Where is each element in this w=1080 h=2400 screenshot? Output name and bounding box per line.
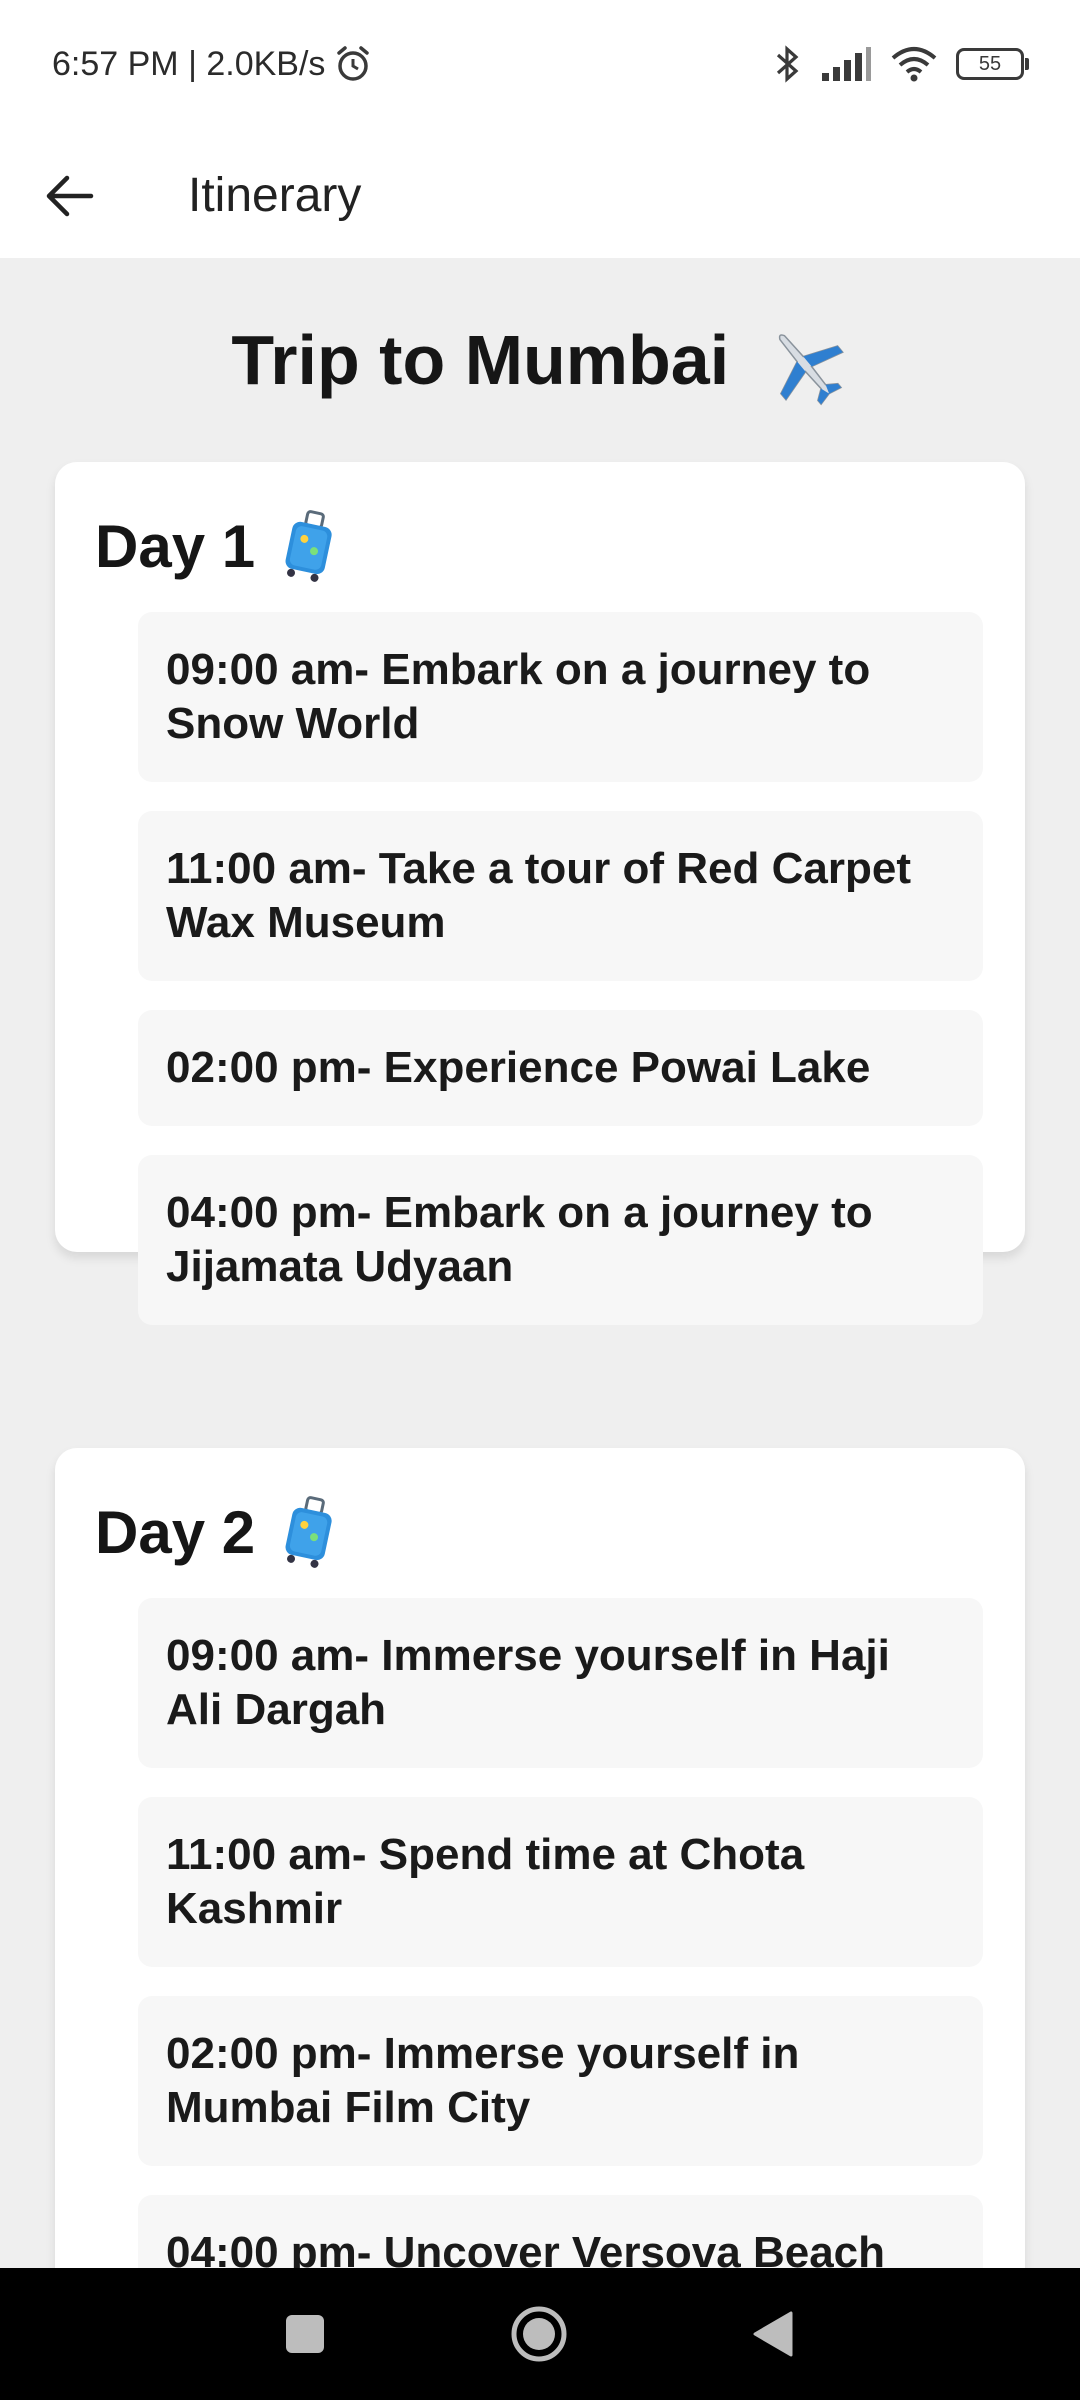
back-triangle-icon [753,2311,793,2357]
airplane-icon [778,333,844,405]
activity-item[interactable]: 02:00 pm- Experience Powai Lake [138,1010,983,1126]
day-title: Day 2 [95,1496,339,1568]
activity-item[interactable]: 11:00 am- Spend time at Chota Kashmir [138,1797,983,1967]
trip-title-text: Trip to Mumbai [231,321,730,399]
battery-level: 55 [978,53,1002,75]
wifi-icon [891,47,937,82]
signal-icon [822,47,871,81]
activity-item[interactable]: 09:00 am- Embark on a journey to Snow Wo… [138,612,983,782]
status-right: 55 [772,44,1029,84]
activity-item[interactable]: 04:00 pm- Embark on a journey to Jijamat… [138,1155,983,1325]
day-label: Day 2 [95,1498,256,1566]
day-title: Day 1 [95,510,339,582]
trip-title: Trip to Mumbai [0,320,1080,409]
alarm-icon [337,46,370,81]
activity-item[interactable]: 09:00 am- Immerse yourself in Haji Ali D… [138,1598,983,1768]
arrow-left-icon [46,175,94,217]
nav-back-button[interactable] [733,2294,813,2374]
recents-square-icon [286,2315,324,2353]
bluetooth-icon [776,45,799,83]
status-bar: 6:57 PM | 2.0KB/s 55 [0,0,1080,128]
luggage-icon [285,510,332,582]
itinerary-content[interactable]: Trip to Mumbai Day 1 09:00 am- Embark on… [0,258,1080,2268]
activity-item[interactable]: 11:00 am- Take a tour of Red Carpet Wax … [138,811,983,981]
app-bar: Itinerary [0,128,1080,258]
day-card-2: Day 2 09:00 am- Immerse yourself in Haji… [55,1448,1025,2268]
luggage-icon [285,1496,332,1568]
status-left: 6:57 PM | 2.0KB/s [52,44,373,84]
home-circle-icon [511,2306,567,2362]
back-button[interactable] [30,156,110,236]
day-card-1: Day 1 09:00 am- Embark on a journey to S… [55,462,1025,1325]
home-button[interactable] [499,2294,579,2374]
status-time-speed: 6:57 PM | 2.0KB/s [52,44,326,83]
system-nav-bar [0,2268,1080,2400]
day-label: Day 1 [95,512,256,580]
recents-button[interactable] [265,2294,345,2374]
activity-item[interactable]: 04:00 pm- Uncover Versova Beach [138,2195,983,2268]
battery-icon: 55 [956,48,1029,80]
activity-item[interactable]: 02:00 pm- Immerse yourself in Mumbai Fil… [138,1996,983,2166]
app-title: Itinerary [188,169,362,222]
